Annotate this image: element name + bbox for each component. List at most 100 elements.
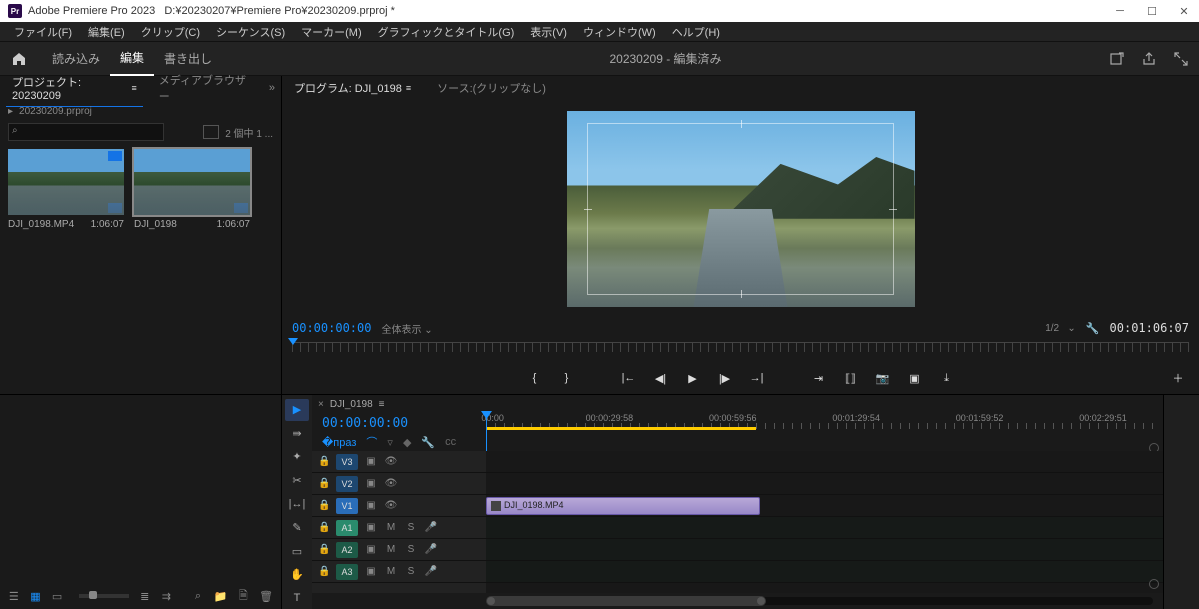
- project-search-input[interactable]: [8, 123, 164, 141]
- thumbnail-size-slider[interactable]: [79, 594, 129, 598]
- linked-selection-toggle[interactable]: ⌒: [366, 434, 377, 450]
- toggle-output-icon[interactable]: ▣: [364, 478, 378, 489]
- ripple-edit-tool[interactable]: ✦: [285, 446, 309, 468]
- settings-icon[interactable]: 🔧: [421, 436, 435, 449]
- program-scrub-bar[interactable]: [282, 338, 1199, 362]
- menu-help[interactable]: ヘルプ(H): [664, 22, 728, 42]
- project-item[interactable]: DJI_01981:06:07: [134, 149, 250, 230]
- toggle-output-icon[interactable]: ▣: [364, 500, 378, 511]
- automate-to-sequence-icon[interactable]: ⇉: [161, 589, 173, 603]
- rectangle-tool[interactable]: ▭: [285, 540, 309, 562]
- lock-icon[interactable]: 🔒: [318, 456, 330, 467]
- clip-thumbnail[interactable]: [8, 149, 124, 215]
- window-close-button[interactable]: ✕: [1177, 4, 1191, 18]
- extract-button[interactable]: ⟦⟧: [842, 369, 860, 387]
- settings-icon[interactable]: 🔧: [1086, 322, 1100, 335]
- lock-icon[interactable]: 🔒: [318, 566, 330, 577]
- step-forward-button[interactable]: |▶: [716, 369, 734, 387]
- track-header-a1[interactable]: 🔒A1▣MS🎤: [312, 517, 486, 539]
- list-view-icon[interactable]: ☰: [8, 589, 20, 603]
- program-tab[interactable]: プログラム: DJI_0198≡: [288, 76, 417, 101]
- pen-tool[interactable]: ✎: [285, 517, 309, 539]
- panel-menu-icon[interactable]: ≡: [379, 399, 385, 410]
- slip-tool[interactable]: |↔|: [285, 493, 309, 515]
- sequence-tab[interactable]: DJI_0198: [330, 399, 373, 410]
- track-v2[interactable]: [486, 473, 1163, 495]
- track-header-a3[interactable]: 🔒A3▣MS🎤: [312, 561, 486, 583]
- go-to-in-button[interactable]: |←: [620, 369, 638, 387]
- lock-icon[interactable]: 🔒: [318, 478, 330, 489]
- window-maximize-button[interactable]: ☐: [1145, 4, 1159, 18]
- hand-tool[interactable]: ✋: [285, 564, 309, 586]
- menu-clip[interactable]: クリップ(C): [133, 22, 208, 42]
- track-header-v1[interactable]: 🔒V1▣👁: [312, 495, 486, 517]
- fit-dropdown[interactable]: 全体表示 ⌄: [381, 321, 432, 336]
- quick-export-icon[interactable]: [1109, 51, 1125, 67]
- type-tool[interactable]: T: [285, 588, 309, 609]
- track-a3[interactable]: [486, 561, 1163, 583]
- marker-icon[interactable]: ▿: [387, 436, 393, 449]
- play-button[interactable]: ▶: [684, 369, 702, 387]
- playback-resolution-dropdown[interactable]: 1/2 ⌄: [1045, 323, 1076, 334]
- toggle-output-icon[interactable]: ▣: [364, 522, 378, 533]
- track-header-a2[interactable]: 🔒A2▣MS🎤: [312, 539, 486, 561]
- panel-menu-icon[interactable]: ≡: [406, 83, 411, 93]
- mark-out-button[interactable]: }: [558, 369, 576, 387]
- panel-overflow-icon[interactable]: »: [269, 82, 275, 94]
- razor-tool[interactable]: ✂: [285, 470, 309, 492]
- toggle-output-icon[interactable]: ▣: [364, 566, 378, 577]
- insert-button[interactable]: ⤓: [938, 369, 956, 387]
- track-header-v2[interactable]: 🔒V2▣👁: [312, 473, 486, 495]
- share-icon[interactable]: [1141, 51, 1157, 67]
- menu-marker[interactable]: マーカー(M): [293, 22, 370, 42]
- timeline-track-area[interactable]: DJI_0198.MP4: [486, 451, 1163, 593]
- lock-icon[interactable]: 🔒: [318, 544, 330, 555]
- home-icon[interactable]: [10, 50, 28, 68]
- timeline-clip[interactable]: DJI_0198.MP4: [486, 497, 760, 515]
- new-bin-button[interactable]: 📁: [214, 589, 228, 603]
- menu-file[interactable]: ファイル(F): [6, 22, 80, 42]
- find-icon[interactable]: ⌕: [192, 589, 204, 603]
- new-item-button[interactable]: 🗎: [237, 589, 249, 603]
- comparison-view-button[interactable]: ▣: [906, 369, 924, 387]
- window-minimize-button[interactable]: ─: [1113, 4, 1127, 18]
- track-a2[interactable]: [486, 539, 1163, 561]
- menu-view[interactable]: 表示(V): [522, 22, 575, 42]
- step-back-button[interactable]: ◀|: [652, 369, 670, 387]
- timeline-ruler[interactable]: 00:00 00:00:29:58 00:00:59:56 00:01:29:5…: [486, 413, 1153, 431]
- voiceover-icon[interactable]: 🎤: [424, 566, 438, 577]
- toggle-track-icon[interactable]: 👁: [384, 478, 398, 489]
- timeline-timecode[interactable]: 00:00:00:00: [322, 416, 408, 431]
- toggle-output-icon[interactable]: ▣: [364, 456, 378, 467]
- scrollbar-thumb[interactable]: [486, 596, 766, 606]
- voiceover-icon[interactable]: 🎤: [424, 544, 438, 555]
- delete-button[interactable]: 🗑: [259, 589, 273, 603]
- source-tab[interactable]: ソース:(クリップなし): [431, 76, 552, 100]
- sort-icon[interactable]: ≣: [139, 589, 151, 603]
- project-breadcrumb[interactable]: 20230209.prproj: [19, 106, 92, 117]
- sequence-thumbnail[interactable]: [134, 149, 250, 215]
- program-timecode-in[interactable]: 00:00:00:00: [292, 321, 371, 335]
- close-sequence-icon[interactable]: ×: [318, 399, 324, 410]
- panel-menu-icon[interactable]: ≡: [132, 83, 137, 93]
- fullscreen-icon[interactable]: [1173, 51, 1189, 67]
- mark-in-button[interactable]: {: [526, 369, 544, 387]
- program-monitor-view[interactable]: [282, 100, 1199, 318]
- menu-sequence[interactable]: シーケンス(S): [208, 22, 293, 42]
- track-v1[interactable]: DJI_0198.MP4: [486, 495, 1163, 517]
- project-item[interactable]: DJI_0198.MP41:06:07: [8, 149, 124, 230]
- work-area-bar[interactable]: [486, 427, 756, 430]
- toggle-track-icon[interactable]: 👁: [384, 456, 398, 467]
- menu-edit[interactable]: 編集(E): [80, 22, 133, 42]
- toggle-track-icon[interactable]: 👁: [384, 500, 398, 511]
- snap-toggle[interactable]: �праз: [322, 436, 356, 449]
- track-v3[interactable]: [486, 451, 1163, 473]
- button-editor-icon[interactable]: ＋: [1169, 369, 1187, 387]
- selection-tool[interactable]: ▶: [285, 399, 309, 421]
- freeform-view-icon[interactable]: ▭: [51, 589, 63, 603]
- new-bin-icon[interactable]: [203, 125, 219, 139]
- lock-icon[interactable]: 🔒: [318, 500, 330, 511]
- go-to-out-button[interactable]: →|: [748, 369, 766, 387]
- track-a1[interactable]: [486, 517, 1163, 539]
- program-playhead[interactable]: [292, 338, 302, 348]
